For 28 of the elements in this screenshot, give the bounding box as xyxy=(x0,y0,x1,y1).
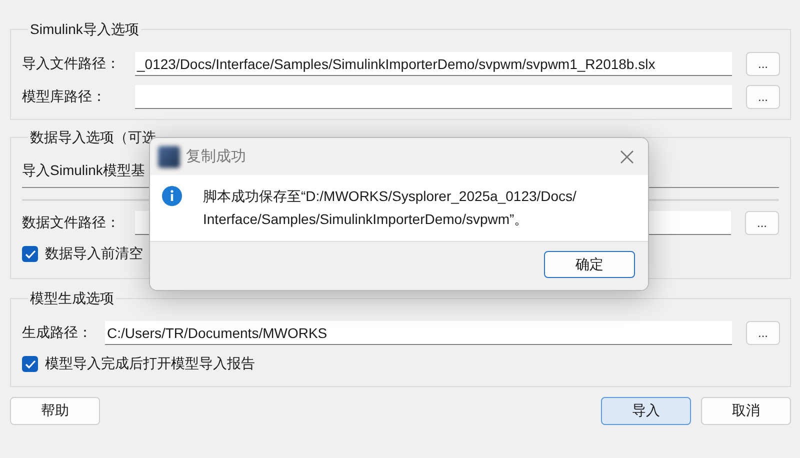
browse-button[interactable]: ... xyxy=(746,85,780,109)
browse-button[interactable]: ... xyxy=(745,211,779,235)
field-label: 数据文件路径： xyxy=(22,214,121,232)
info-icon xyxy=(162,186,182,206)
message-text: 脚本成功保存至“D:/MWORKS/Sysplorer_2025a_0123/Docs/ xyxy=(203,187,576,206)
dialog-button[interactable]: 取消 xyxy=(701,397,791,425)
browse-button[interactable]: ... xyxy=(746,52,780,76)
ok-button[interactable]: 确定 xyxy=(544,251,635,278)
checkbox[interactable] xyxy=(22,356,38,372)
group-title: 模型生成选项 xyxy=(29,289,115,307)
checkbox-label: 模型导入完成后打开模型导入报告 xyxy=(45,355,255,373)
field-label: 导入文件路径： xyxy=(22,55,121,73)
field-label: 模型库路径： xyxy=(22,88,107,106)
group-title: Simulink导入选项 xyxy=(29,20,140,38)
input-field[interactable]: _0123/Docs/Interface/Samples/SimulinkImporterDemo/svpwm/svpwm1_R2018b.slx xyxy=(135,52,732,76)
dialog-button[interactable]: 帮助 xyxy=(10,397,100,425)
input-field[interactable] xyxy=(135,85,732,109)
close-icon xyxy=(620,150,634,164)
app-icon xyxy=(158,146,180,168)
message-text: Interface/Samples/SimulinkImporterDemo/svpwm”。 xyxy=(203,210,530,229)
browse-button[interactable]: ... xyxy=(746,321,780,345)
checkmark-icon xyxy=(24,360,36,368)
input-field[interactable]: C:/Users/TR/Documents/MWORKS xyxy=(105,321,732,345)
checkbox-label: 数据导入前清空 xyxy=(45,245,143,263)
dialog-button[interactable]: 导入 xyxy=(601,397,691,425)
checkbox[interactable] xyxy=(22,246,38,262)
checkmark-icon xyxy=(24,250,36,258)
field-label: 生成路径： xyxy=(22,324,93,342)
